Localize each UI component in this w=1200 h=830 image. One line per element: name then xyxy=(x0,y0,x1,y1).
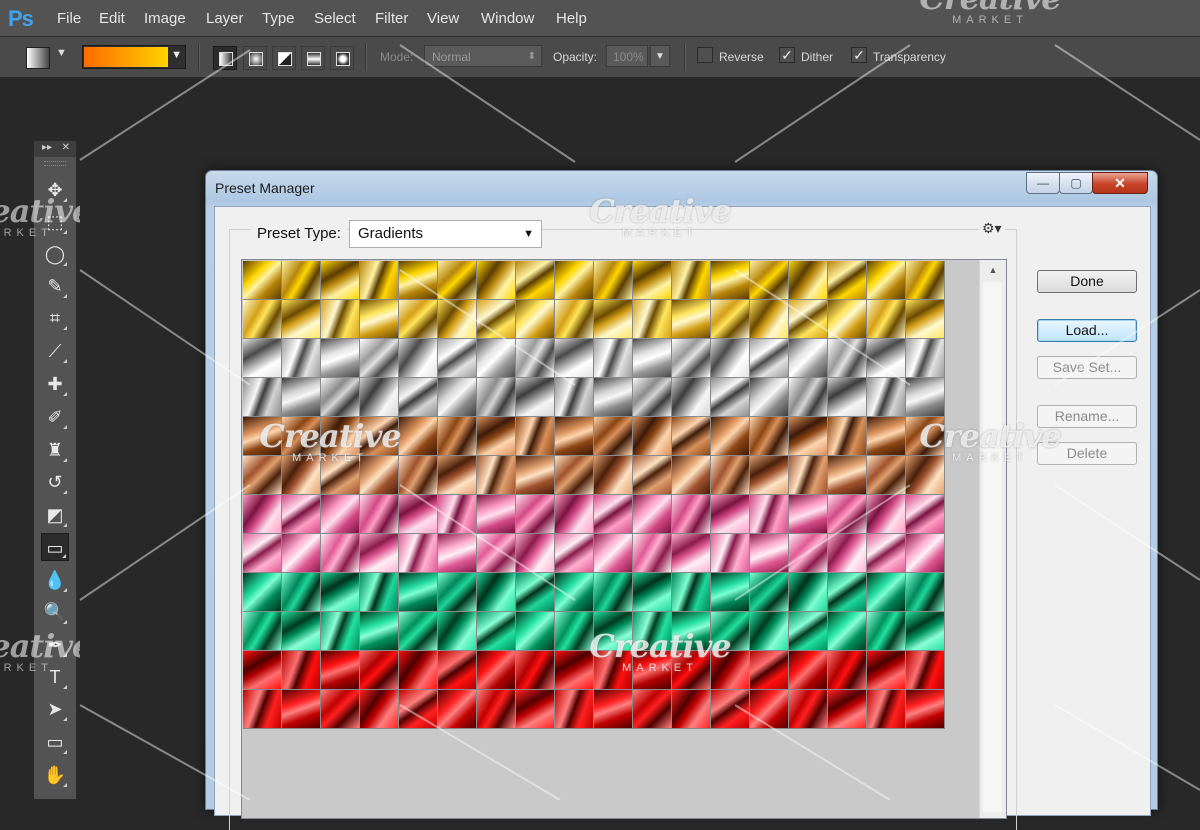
watermark-lines xyxy=(79,44,1200,800)
